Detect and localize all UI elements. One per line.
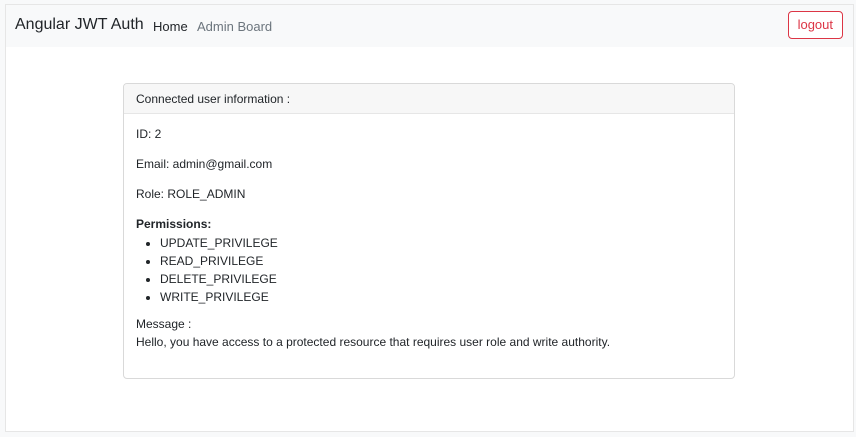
logout-button[interactable]: logout bbox=[787, 11, 843, 39]
message-text: Hello, you have access to a protected re… bbox=[136, 335, 611, 349]
app-window: Angular JWT Auth Home Admin Board logout… bbox=[5, 4, 854, 432]
permission-item: READ_PRIVILEGE bbox=[160, 252, 722, 270]
user-id: ID: 2 bbox=[136, 127, 162, 141]
brand-link[interactable]: Angular JWT Auth bbox=[15, 16, 144, 34]
permission-item: DELETE_PRIVILEGE bbox=[160, 270, 722, 288]
permission-item: UPDATE_PRIVILEGE bbox=[160, 234, 722, 252]
nav-link-home[interactable]: Home bbox=[153, 19, 188, 34]
user-role: Role: ROLE_ADMIN bbox=[136, 187, 246, 201]
permissions-title: Permissions: bbox=[136, 217, 212, 231]
card-header: Connected user information : bbox=[124, 84, 734, 114]
nav-link-admin-board[interactable]: Admin Board bbox=[197, 19, 272, 34]
user-email: Email: admin@gmail.com bbox=[136, 157, 273, 171]
permissions-list: UPDATE_PRIVILEGE READ_PRIVILEGE DELETE_P… bbox=[136, 234, 722, 306]
user-info-card: Connected user information : ID: 2 Email… bbox=[123, 83, 735, 379]
message-label: Message : bbox=[136, 317, 192, 331]
navbar: Angular JWT Auth Home Admin Board logout bbox=[6, 5, 853, 47]
permission-item: WRITE_PRIVILEGE bbox=[160, 288, 722, 306]
card-body: ID: 2 Email: admin@gmail.com Role: ROLE_… bbox=[124, 114, 734, 350]
